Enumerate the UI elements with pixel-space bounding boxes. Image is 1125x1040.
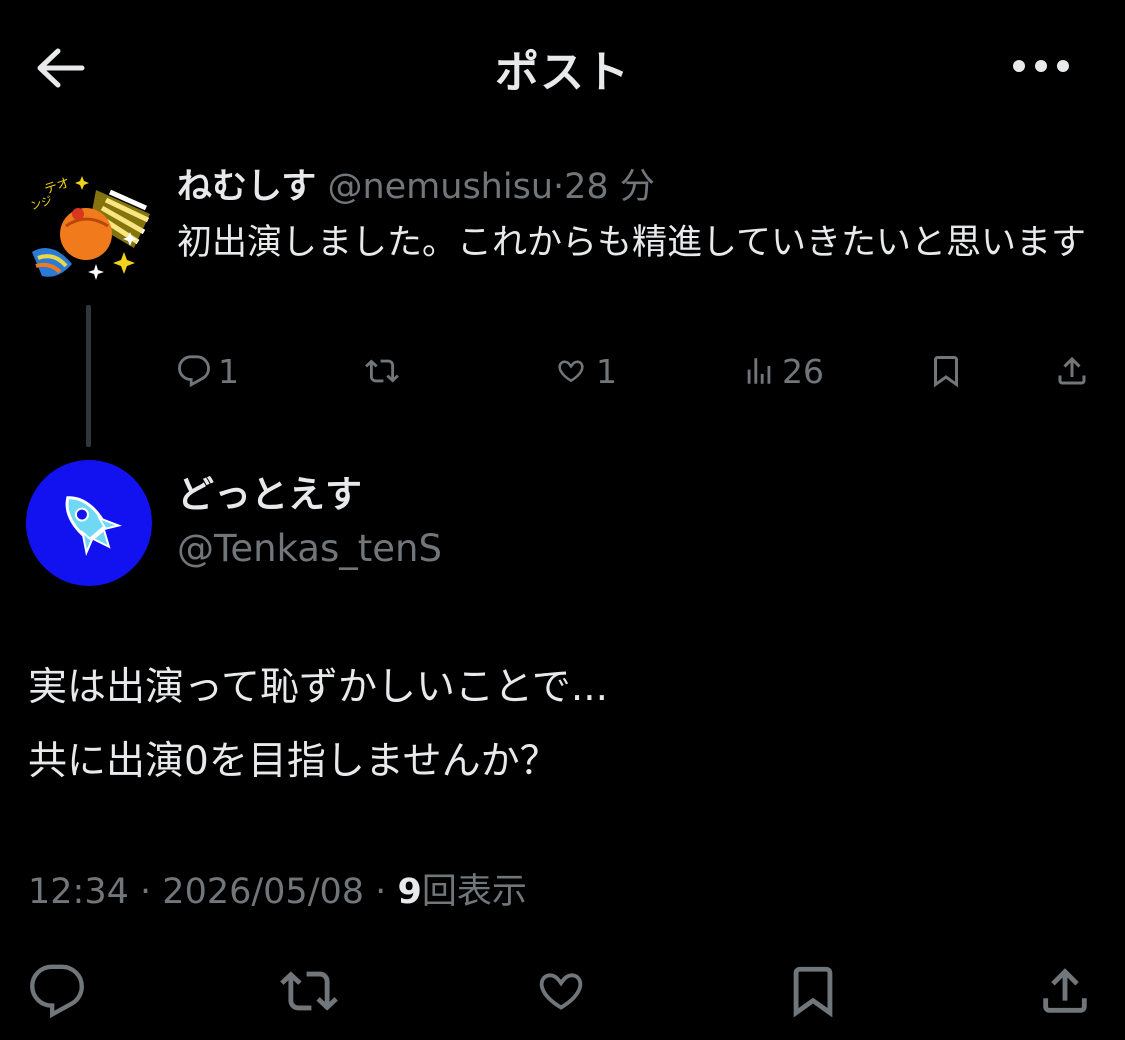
- parent-reply-count: 1: [218, 351, 239, 391]
- parent-post-text: 初出演しました。これからも精進していきたいと思います: [177, 223, 1086, 263]
- views-count[interactable]: 9: [397, 872, 421, 912]
- parent-bookmark-button[interactable]: [928, 348, 964, 394]
- share-button[interactable]: [1032, 958, 1098, 1024]
- retweet-icon: [365, 359, 399, 383]
- thread-line: [86, 305, 91, 447]
- views-label[interactable]: 回表示: [422, 872, 527, 912]
- meta-separator: ·: [375, 872, 387, 912]
- author-display-name[interactable]: どっとえす: [177, 470, 362, 520]
- bookmark-icon: [934, 356, 958, 388]
- rocket-icon: [65, 496, 122, 556]
- like-button[interactable]: [528, 958, 594, 1024]
- avatar[interactable]: [26, 460, 152, 586]
- views-icon: [747, 358, 771, 384]
- post-text-line: 実は出演って恥ずかしいことで...: [28, 665, 609, 710]
- reply-icon: [178, 355, 210, 388]
- bookmark-icon: [793, 966, 833, 1018]
- parent-display-name[interactable]: ねむしす: [177, 167, 316, 207]
- like-icon: [539, 973, 583, 1010]
- author-handle[interactable]: @Tenkas_tenS: [177, 524, 442, 574]
- share-icon: [1058, 356, 1086, 385]
- parent-views-count: 26: [782, 351, 824, 391]
- post-text-line: 共に出演0を目指しませんか？: [28, 739, 559, 784]
- parent-like-count: 1: [596, 351, 617, 391]
- parent-time[interactable]: 28 分: [564, 167, 655, 207]
- like-icon: [558, 360, 584, 383]
- meta-separator: ·: [140, 872, 152, 912]
- avatar-illustration: テオ ンジ: [26, 168, 152, 294]
- reply-icon: [30, 964, 84, 1019]
- post-time[interactable]: 12:34: [28, 872, 129, 912]
- parent-separator: ·: [553, 167, 565, 207]
- parent-reply-button[interactable]: 1: [176, 348, 239, 394]
- parent-like-button[interactable]: 1: [552, 348, 617, 394]
- post-date[interactable]: 2026/05/08: [162, 872, 364, 912]
- parent-views-button[interactable]: 26: [742, 348, 824, 394]
- post-meta: 12:34 · 2026/05/08 · 9回表示: [28, 866, 527, 918]
- parent-retweet-button[interactable]: [362, 348, 402, 394]
- parent-share-button[interactable]: [1054, 348, 1090, 394]
- parent-handle[interactable]: @nemushisu: [327, 167, 553, 207]
- avatar[interactable]: テオ ンジ: [26, 168, 152, 294]
- more-icon: [1013, 60, 1069, 72]
- parent-post-header: ねむしす @nemushisu·28 分: [177, 162, 655, 212]
- page-title: ポスト: [495, 47, 630, 98]
- share-icon: [1043, 968, 1087, 1013]
- retweet-button[interactable]: [276, 958, 342, 1024]
- more-button[interactable]: [1005, 40, 1077, 92]
- bookmark-button[interactable]: [780, 958, 846, 1024]
- reply-button[interactable]: [24, 958, 90, 1024]
- retweet-icon: [280, 971, 338, 1011]
